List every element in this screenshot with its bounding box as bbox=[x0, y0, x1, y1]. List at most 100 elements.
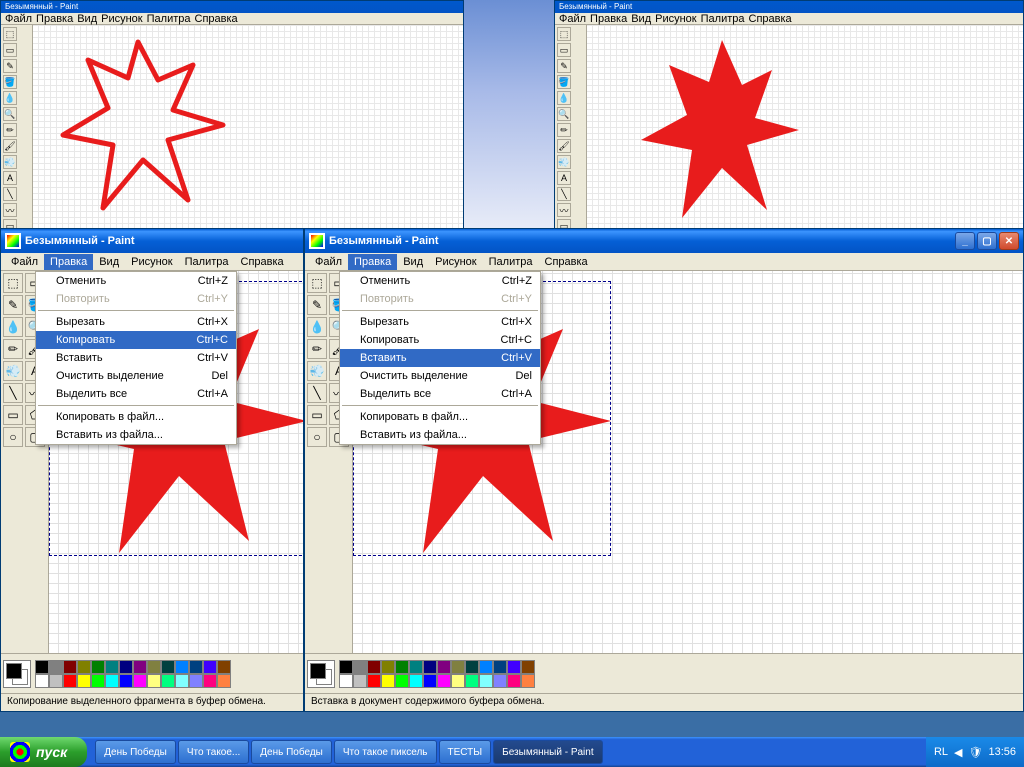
tool-button[interactable]: ▭ bbox=[557, 43, 571, 57]
menu-file[interactable]: Файл bbox=[5, 254, 44, 270]
canvas[interactable] bbox=[33, 25, 463, 229]
tool-button[interactable]: ╲ bbox=[3, 187, 17, 201]
menu-item[interactable]: КопироватьCtrl+C bbox=[36, 331, 236, 349]
tool-button[interactable]: 💨 bbox=[557, 155, 571, 169]
palette-color[interactable] bbox=[395, 660, 409, 674]
tool-button[interactable]: ▭ bbox=[3, 43, 17, 57]
taskbar-button[interactable]: Что такое пиксель bbox=[334, 740, 437, 764]
menu-image[interactable]: Рисунок bbox=[655, 13, 697, 25]
tool-button[interactable]: ✏ bbox=[3, 123, 17, 137]
menu-help[interactable]: Справка bbox=[539, 254, 594, 270]
tool-button[interactable]: ⬚ bbox=[557, 27, 571, 41]
menu-edit[interactable]: Правка bbox=[44, 254, 93, 270]
palette-color[interactable] bbox=[161, 660, 175, 674]
palette-color[interactable] bbox=[507, 660, 521, 674]
minimize-button[interactable]: _ bbox=[955, 232, 975, 250]
palette-color[interactable] bbox=[77, 660, 91, 674]
menu-item[interactable]: Очистить выделениеDel bbox=[340, 367, 540, 385]
menu-help[interactable]: Справка bbox=[235, 254, 290, 270]
tool-button[interactable]: 🖌 bbox=[557, 139, 571, 153]
menu-item[interactable]: Копировать в файл... bbox=[340, 408, 540, 426]
tray-icon[interactable]: ◀ bbox=[954, 746, 962, 759]
tool-button[interactable]: 💧 bbox=[307, 317, 327, 337]
start-button[interactable]: пуск bbox=[0, 737, 87, 767]
palette-color[interactable] bbox=[367, 674, 381, 688]
menu-image[interactable]: Рисунок bbox=[101, 13, 143, 25]
palette-color[interactable] bbox=[479, 660, 493, 674]
menu-item[interactable]: ОтменитьCtrl+Z bbox=[36, 272, 236, 290]
menu-palette[interactable]: Палитра bbox=[483, 254, 539, 270]
taskbar-button[interactable]: День Победы bbox=[95, 740, 176, 764]
palette-color[interactable] bbox=[35, 660, 49, 674]
menu-palette[interactable]: Палитра bbox=[147, 13, 191, 25]
palette-color[interactable] bbox=[353, 660, 367, 674]
palette-color[interactable] bbox=[409, 674, 423, 688]
palette-color[interactable] bbox=[35, 674, 49, 688]
tool-button[interactable]: ⬚ bbox=[307, 273, 327, 293]
tool-button[interactable]: A bbox=[557, 171, 571, 185]
palette-color[interactable] bbox=[91, 660, 105, 674]
tool-button[interactable]: ╲ bbox=[307, 383, 327, 403]
menu-view[interactable]: Вид bbox=[631, 13, 651, 25]
menu-item[interactable]: Выделить всеCtrl+A bbox=[36, 385, 236, 403]
menu-item[interactable]: ВырезатьCtrl+X bbox=[36, 313, 236, 331]
menubar[interactable]: Файл Правка Вид Рисунок Палитра Справка bbox=[555, 13, 1023, 25]
tool-button[interactable]: ✏ bbox=[3, 339, 23, 359]
canvas[interactable] bbox=[587, 25, 1023, 229]
tool-button[interactable]: ⬚ bbox=[3, 273, 23, 293]
tool-button[interactable]: ⬚ bbox=[3, 27, 17, 41]
menu-view[interactable]: Вид bbox=[77, 13, 97, 25]
menu-item[interactable]: Вставить из файла... bbox=[36, 426, 236, 444]
tool-button[interactable]: 💧 bbox=[3, 317, 23, 337]
tool-button[interactable]: ╲ bbox=[3, 383, 23, 403]
language-indicator[interactable]: RL bbox=[934, 746, 948, 758]
menu-item[interactable]: ВырезатьCtrl+X bbox=[340, 313, 540, 331]
close-button[interactable]: ✕ bbox=[999, 232, 1019, 250]
palette-color[interactable] bbox=[465, 674, 479, 688]
palette-color[interactable] bbox=[189, 660, 203, 674]
titlebar[interactable]: Безымянный - Paint bbox=[1, 229, 303, 253]
menu-file[interactable]: Файл bbox=[309, 254, 348, 270]
taskbar-button[interactable]: ТЕСТЫ bbox=[439, 740, 492, 764]
menu-help[interactable]: Справка bbox=[195, 13, 238, 25]
palette-color[interactable] bbox=[521, 674, 535, 688]
menubar[interactable]: Файл Правка Вид Рисунок Палитра Справка bbox=[305, 253, 1023, 271]
palette-color[interactable] bbox=[175, 674, 189, 688]
tool-button[interactable]: ✎ bbox=[557, 59, 571, 73]
palette-color[interactable] bbox=[217, 660, 231, 674]
tool-button[interactable]: ✏ bbox=[307, 339, 327, 359]
menu-edit[interactable]: Правка bbox=[590, 13, 627, 25]
taskbar-button[interactable]: Что такое... bbox=[178, 740, 249, 764]
system-tray[interactable]: RL ◀ 🛡 13:56 bbox=[926, 737, 1024, 767]
tool-button[interactable]: 💧 bbox=[557, 91, 571, 105]
palette-color[interactable] bbox=[63, 660, 77, 674]
tool-button[interactable]: 🔍 bbox=[557, 107, 571, 121]
tool-button[interactable]: 💧 bbox=[3, 91, 17, 105]
menubar[interactable]: Файл Правка Вид Рисунок Палитра Справка bbox=[1, 13, 463, 25]
menu-item[interactable]: Очистить выделениеDel bbox=[36, 367, 236, 385]
tool-button[interactable]: 〰 bbox=[557, 203, 571, 217]
tool-button[interactable]: ✏ bbox=[557, 123, 571, 137]
tool-button[interactable]: ▭ bbox=[3, 405, 23, 425]
menu-image[interactable]: Рисунок bbox=[125, 254, 179, 270]
palette-color[interactable] bbox=[339, 660, 353, 674]
menu-item[interactable]: КопироватьCtrl+C bbox=[340, 331, 540, 349]
menu-view[interactable]: Вид bbox=[93, 254, 125, 270]
palette-color[interactable] bbox=[161, 674, 175, 688]
palette-color[interactable] bbox=[423, 674, 437, 688]
tool-button[interactable]: 🪣 bbox=[3, 75, 17, 89]
tool-button[interactable]: 〰 bbox=[3, 203, 17, 217]
menu-item[interactable]: Вставить из файла... bbox=[340, 426, 540, 444]
tool-button[interactable]: ✎ bbox=[3, 59, 17, 73]
palette-color[interactable] bbox=[451, 674, 465, 688]
palette-color[interactable] bbox=[91, 674, 105, 688]
menu-edit[interactable]: Правка bbox=[348, 254, 397, 270]
tool-button[interactable]: ✎ bbox=[307, 295, 327, 315]
palette-color[interactable] bbox=[507, 674, 521, 688]
tool-button[interactable]: ✎ bbox=[3, 295, 23, 315]
palette-color[interactable] bbox=[381, 660, 395, 674]
tray-icon[interactable]: 🛡 bbox=[969, 746, 983, 759]
palette-color[interactable] bbox=[437, 674, 451, 688]
menubar[interactable]: Файл Правка Вид Рисунок Палитра Справка bbox=[1, 253, 303, 271]
palette-color[interactable] bbox=[77, 674, 91, 688]
